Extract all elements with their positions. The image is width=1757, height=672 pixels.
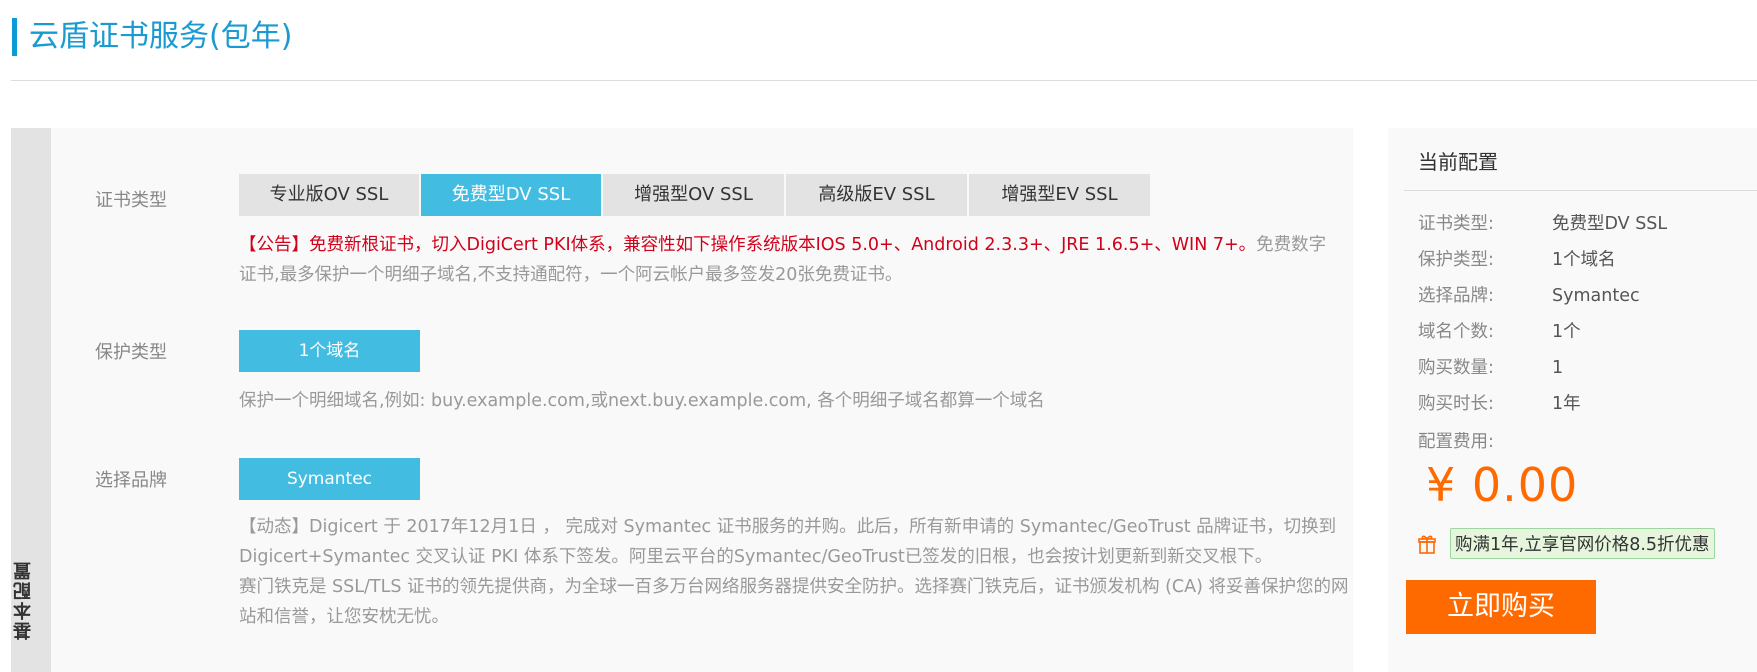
summary-key: 购买数量: <box>1418 358 1494 378</box>
summary-value: 1 <box>1552 358 1564 378</box>
cert-type-tabs: 专业版OV SSL 免费型DV SSL 增强型OV SSL 高级版EV SSL … <box>239 174 1150 216</box>
cert-type-option-advanced-ev[interactable]: 高级版EV SSL <box>786 174 967 216</box>
order-summary: 当前配置 证书类型: 免费型DV SSL 保护类型: 1个域名 选择品牌: Syman… <box>1388 128 1757 672</box>
brand-intro: 赛门铁克是 SSL/TLS 证书的领先提供商，为全球一百多万台网络服务器提供安全… <box>239 577 1349 627</box>
summary-key: 证书类型: <box>1418 214 1494 234</box>
summary-row-domain-count: 域名个数: 1个 <box>1418 318 1748 343</box>
summary-row-duration: 购买时长: 1年 <box>1418 390 1748 415</box>
summary-row-brand: 选择品牌: Symantec <box>1418 282 1748 307</box>
cert-type-notice: 【公告】免费新根证书，切入DigiCert PKI体系，兼容性如下操作系统版本I… <box>239 230 1339 290</box>
config-panel: 基本配置 证书类型 专业版OV SSL 免费型DV SSL 增强型OV SSL … <box>11 128 1353 672</box>
cert-type-option-enhanced-ev[interactable]: 增强型EV SSL <box>969 174 1150 216</box>
summary-key: 购买时长: <box>1418 394 1494 414</box>
summary-title: 当前配置 <box>1418 150 1498 174</box>
brand-description: 【动态】Digicert 于 2017年12月1日 ， 完成对 Symantec… <box>239 512 1349 632</box>
gift-icon <box>1418 535 1436 554</box>
summary-value: 1年 <box>1552 394 1581 414</box>
summary-row-cert-type: 证书类型: 免费型DV SSL <box>1418 210 1748 235</box>
panel-tab-label: 基本配置 <box>13 560 34 640</box>
brand-news: 【动态】Digicert 于 2017年12月1日 ， 完成对 Symantec… <box>239 517 1337 567</box>
notice-announcement: 【公告】免费新根证书，切入DigiCert PKI体系，兼容性如下操作系统版本I… <box>239 235 1257 255</box>
cert-type-option-free-dv[interactable]: 免费型DV SSL <box>421 174 601 216</box>
summary-value: 1个域名 <box>1552 250 1616 270</box>
price: ¥ 0.00 <box>1426 458 1579 512</box>
summary-value: 免费型DV SSL <box>1552 214 1668 234</box>
summary-key: 选择品牌: <box>1418 286 1494 306</box>
protect-type-option[interactable]: 1个域名 <box>239 330 420 372</box>
protect-type-label: 保护类型 <box>95 342 167 363</box>
fee-label: 配置费用: <box>1418 432 1494 452</box>
brand-option[interactable]: Symantec <box>239 458 420 500</box>
summary-key: 域名个数: <box>1418 322 1494 342</box>
brand-label: 选择品牌 <box>95 470 167 491</box>
summary-divider <box>1404 190 1757 191</box>
panel-tab: 基本配置 <box>11 128 51 672</box>
title-divider <box>11 80 1757 81</box>
cert-type-option-enhanced-ov[interactable]: 增强型OV SSL <box>603 174 784 216</box>
page-title: 云盾证书服务(包年) <box>12 18 292 56</box>
cert-type-option-pro-ov[interactable]: 专业版OV SSL <box>239 174 419 216</box>
buy-now-button[interactable]: 立即购买 <box>1406 580 1596 634</box>
summary-row-quantity: 购买数量: 1 <box>1418 354 1748 379</box>
cert-type-label: 证书类型 <box>95 190 167 211</box>
summary-row-protect-type: 保护类型: 1个域名 <box>1418 246 1748 271</box>
summary-value: 1个 <box>1552 322 1581 342</box>
promo: 购满1年,立享官网价格8.5折优惠 <box>1418 528 1715 559</box>
summary-value: Symantec <box>1552 286 1640 306</box>
protect-type-description: 保护一个明细域名,例如: buy.example.com,或next.buy.e… <box>239 391 1045 411</box>
promo-badge: 购满1年,立享官网价格8.5折优惠 <box>1450 528 1715 559</box>
summary-key: 保护类型: <box>1418 250 1494 270</box>
